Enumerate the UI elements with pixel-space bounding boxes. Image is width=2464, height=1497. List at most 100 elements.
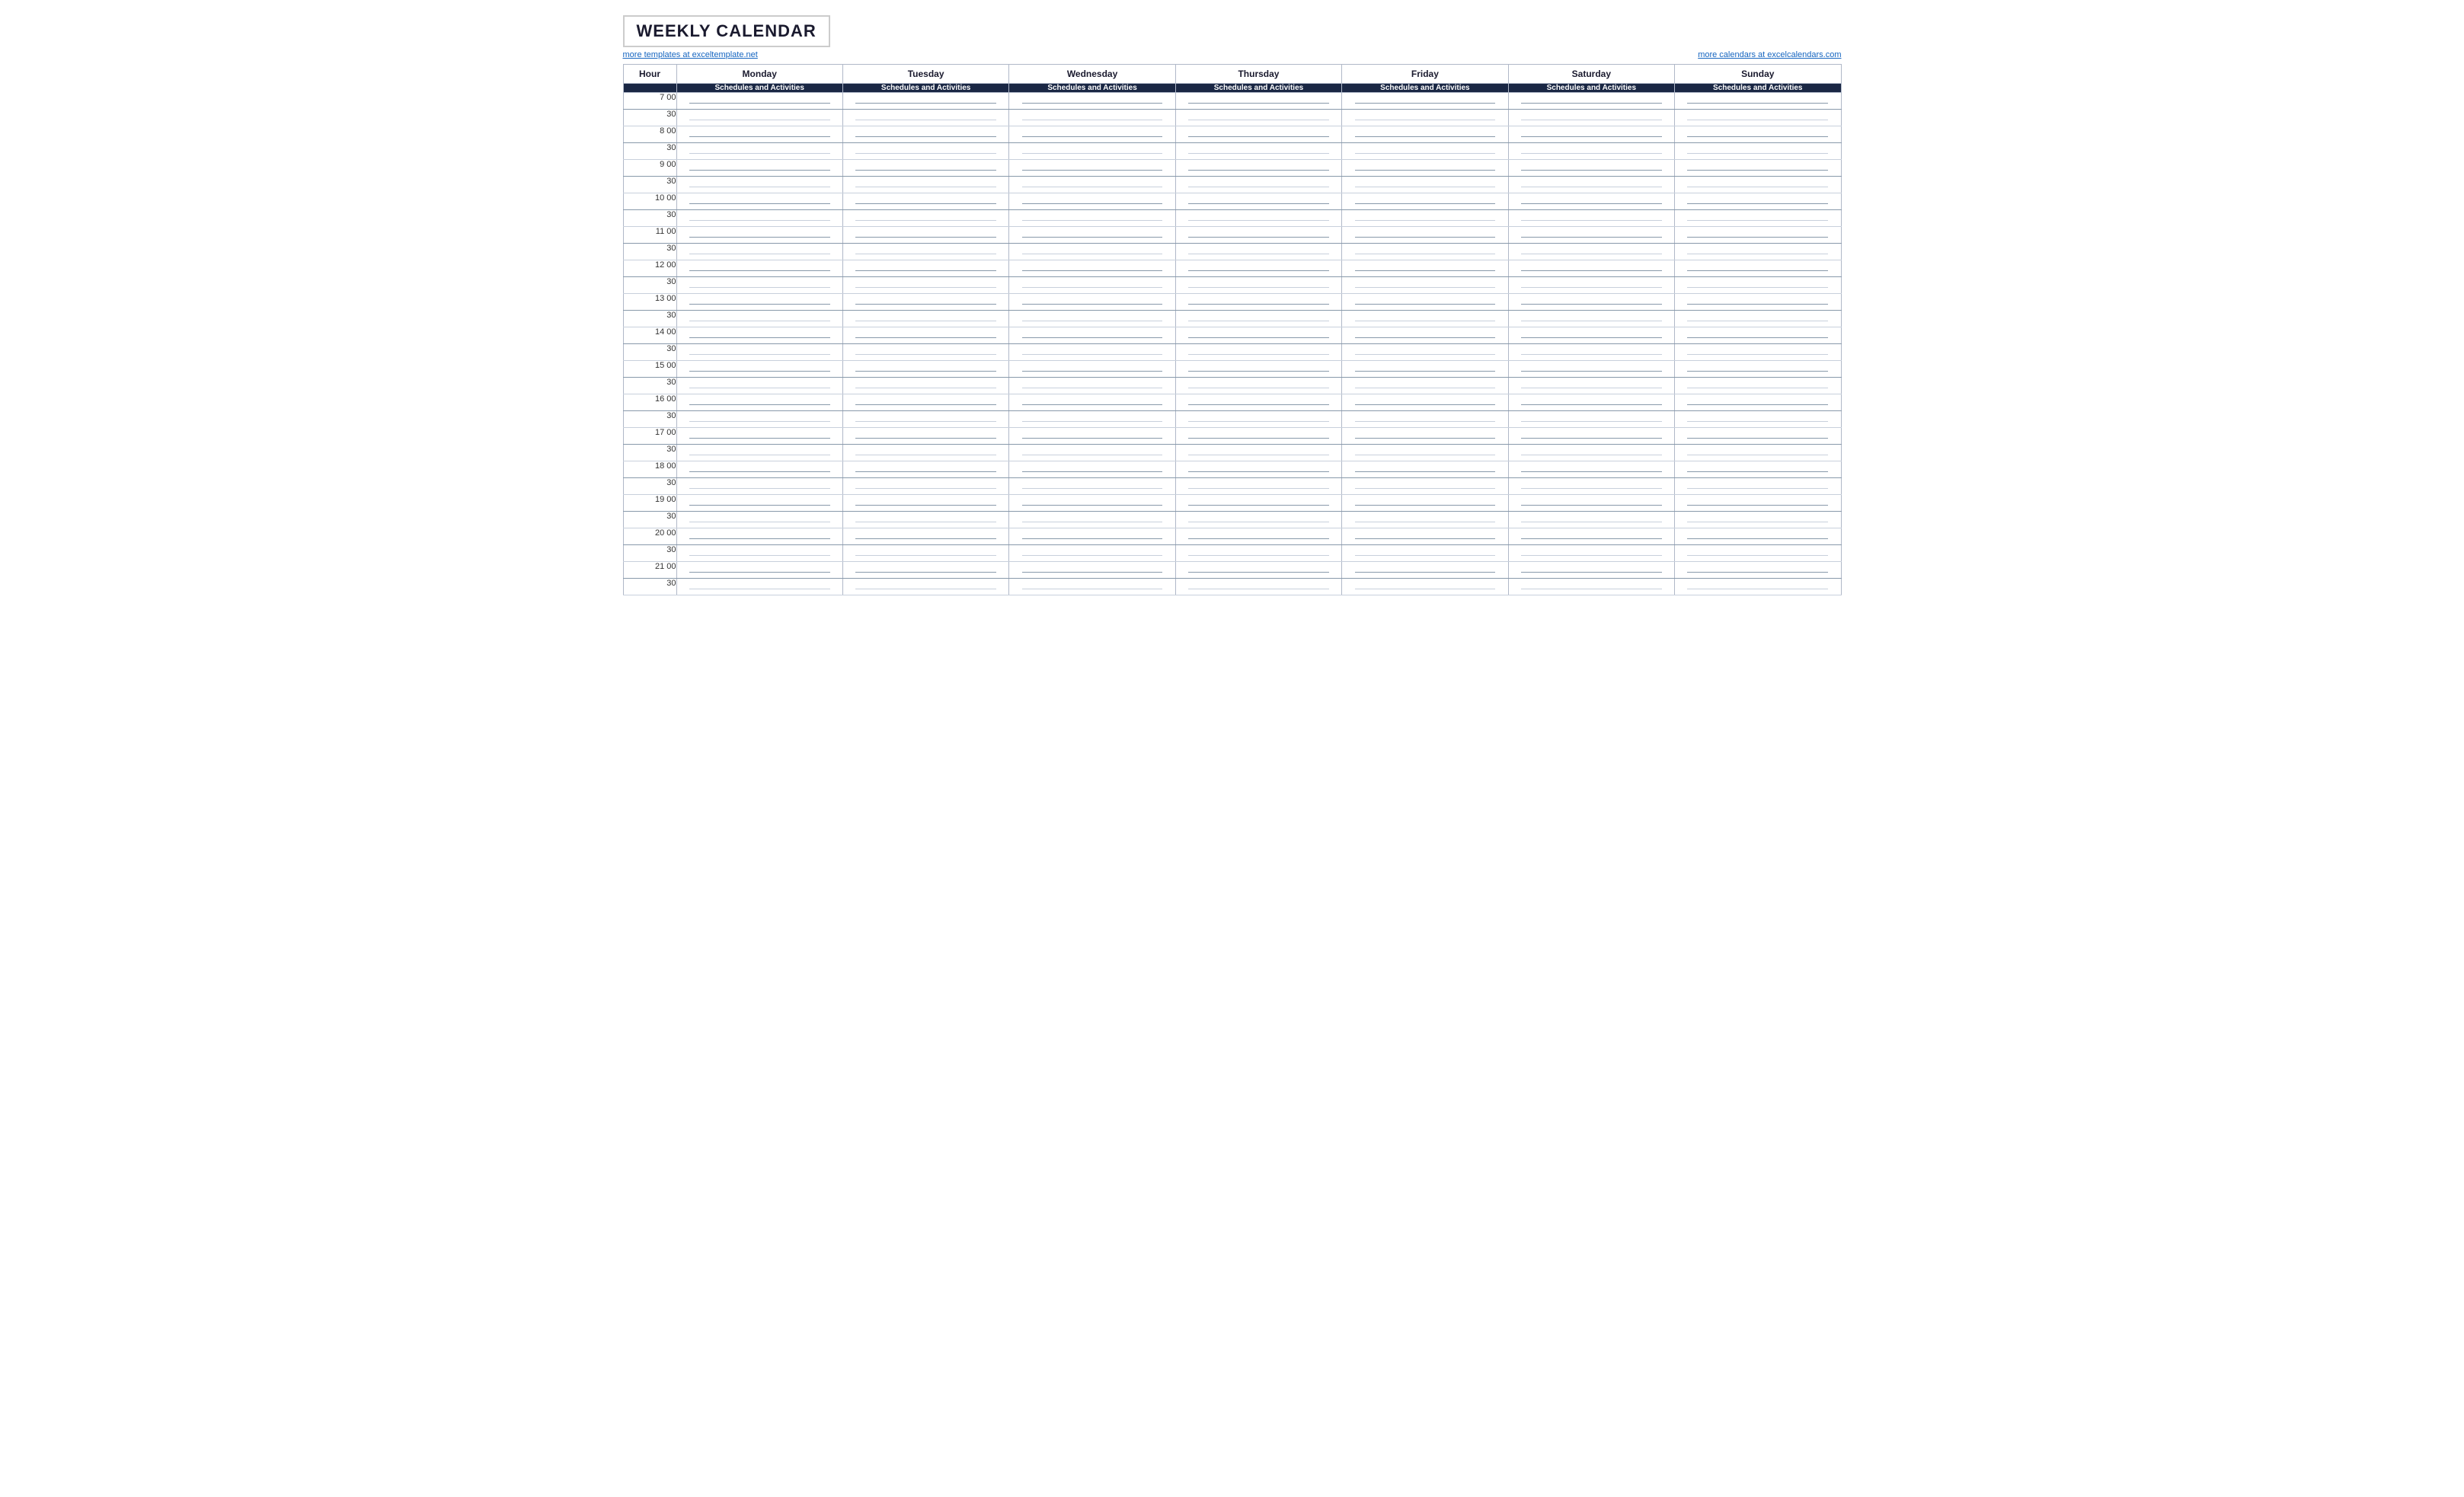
schedule-cell-half[interactable] <box>1675 579 1841 595</box>
schedule-cell-half[interactable] <box>1508 445 1674 461</box>
schedule-cell-half[interactable] <box>1175 177 1341 193</box>
schedule-cell[interactable] <box>1675 562 1841 579</box>
schedule-cell-half[interactable] <box>1508 378 1674 394</box>
schedule-cell-half[interactable] <box>1175 579 1341 595</box>
schedule-cell[interactable] <box>842 160 1008 177</box>
schedule-cell-half[interactable] <box>676 210 842 227</box>
schedule-cell-half[interactable] <box>1675 143 1841 160</box>
schedule-cell[interactable] <box>1508 227 1674 244</box>
schedule-cell-half[interactable] <box>842 277 1008 294</box>
schedule-cell[interactable] <box>842 428 1008 445</box>
schedule-cell[interactable] <box>1009 227 1175 244</box>
schedule-cell-half[interactable] <box>1508 344 1674 361</box>
schedule-cell[interactable] <box>842 528 1008 545</box>
schedule-cell-half[interactable] <box>1508 311 1674 327</box>
schedule-cell-half[interactable] <box>676 344 842 361</box>
schedule-cell[interactable] <box>1009 93 1175 110</box>
schedule-cell-half[interactable] <box>1675 445 1841 461</box>
schedule-cell[interactable] <box>1175 93 1341 110</box>
schedule-cell[interactable] <box>1009 528 1175 545</box>
schedule-cell-half[interactable] <box>842 378 1008 394</box>
schedule-cell-half[interactable] <box>842 244 1008 260</box>
schedule-cell[interactable] <box>1342 93 1508 110</box>
schedule-cell[interactable] <box>1675 160 1841 177</box>
schedule-cell-half[interactable] <box>1342 344 1508 361</box>
schedule-cell-half[interactable] <box>1175 512 1341 528</box>
schedule-cell[interactable] <box>676 327 842 344</box>
schedule-cell[interactable] <box>1675 294 1841 311</box>
schedule-cell-half[interactable] <box>1342 478 1508 495</box>
schedule-cell-half[interactable] <box>1675 545 1841 562</box>
schedule-cell[interactable] <box>676 461 842 478</box>
schedule-cell-half[interactable] <box>842 512 1008 528</box>
schedule-cell[interactable] <box>1508 327 1674 344</box>
schedule-cell[interactable] <box>842 562 1008 579</box>
schedule-cell-half[interactable] <box>1675 210 1841 227</box>
schedule-cell[interactable] <box>676 160 842 177</box>
schedule-cell-half[interactable] <box>1675 378 1841 394</box>
schedule-cell-half[interactable] <box>1342 210 1508 227</box>
schedule-cell-half[interactable] <box>1508 411 1674 428</box>
schedule-cell[interactable] <box>1009 361 1175 378</box>
schedule-cell[interactable] <box>842 495 1008 512</box>
schedule-cell-half[interactable] <box>1009 512 1175 528</box>
schedule-cell[interactable] <box>1175 227 1341 244</box>
schedule-cell-half[interactable] <box>1675 478 1841 495</box>
schedule-cell-half[interactable] <box>1675 411 1841 428</box>
schedule-cell-half[interactable] <box>842 143 1008 160</box>
schedule-cell-half[interactable] <box>1508 110 1674 126</box>
schedule-cell[interactable] <box>1342 126 1508 143</box>
schedule-cell-half[interactable] <box>1508 143 1674 160</box>
schedule-cell[interactable] <box>1342 260 1508 277</box>
schedule-cell-half[interactable] <box>1675 344 1841 361</box>
schedule-cell-half[interactable] <box>1175 143 1341 160</box>
schedule-cell[interactable] <box>1675 495 1841 512</box>
schedule-cell[interactable] <box>676 361 842 378</box>
schedule-cell[interactable] <box>1342 227 1508 244</box>
schedule-cell[interactable] <box>842 93 1008 110</box>
schedule-cell[interactable] <box>842 361 1008 378</box>
schedule-cell[interactable] <box>1009 160 1175 177</box>
schedule-cell-half[interactable] <box>1009 378 1175 394</box>
schedule-cell[interactable] <box>1675 528 1841 545</box>
schedule-cell-half[interactable] <box>1009 110 1175 126</box>
schedule-cell[interactable] <box>842 227 1008 244</box>
schedule-cell-half[interactable] <box>842 478 1008 495</box>
schedule-cell-half[interactable] <box>842 344 1008 361</box>
schedule-cell[interactable] <box>1675 428 1841 445</box>
schedule-cell-half[interactable] <box>1009 143 1175 160</box>
schedule-cell[interactable] <box>676 394 842 411</box>
schedule-cell[interactable] <box>1009 428 1175 445</box>
schedule-cell-half[interactable] <box>1675 277 1841 294</box>
schedule-cell-half[interactable] <box>676 579 842 595</box>
schedule-cell[interactable] <box>1009 394 1175 411</box>
schedule-cell[interactable] <box>1009 495 1175 512</box>
schedule-cell-half[interactable] <box>1675 311 1841 327</box>
schedule-cell-half[interactable] <box>1175 244 1341 260</box>
schedule-cell[interactable] <box>1342 160 1508 177</box>
schedule-cell[interactable] <box>1342 394 1508 411</box>
schedule-cell-half[interactable] <box>1342 143 1508 160</box>
schedule-cell-half[interactable] <box>1175 277 1341 294</box>
schedule-cell[interactable] <box>1342 495 1508 512</box>
schedule-cell-half[interactable] <box>676 478 842 495</box>
schedule-cell[interactable] <box>1342 528 1508 545</box>
schedule-cell-half[interactable] <box>1508 277 1674 294</box>
schedule-cell-half[interactable] <box>1342 512 1508 528</box>
schedule-cell-half[interactable] <box>1508 512 1674 528</box>
schedule-cell[interactable] <box>1675 193 1841 210</box>
schedule-cell-half[interactable] <box>1508 177 1674 193</box>
schedule-cell[interactable] <box>1009 126 1175 143</box>
schedule-cell-half[interactable] <box>1009 277 1175 294</box>
schedule-cell[interactable] <box>1342 461 1508 478</box>
schedule-cell[interactable] <box>1175 361 1341 378</box>
schedule-cell[interactable] <box>1508 495 1674 512</box>
schedule-cell-half[interactable] <box>1175 344 1341 361</box>
schedule-cell-half[interactable] <box>1508 579 1674 595</box>
schedule-cell-half[interactable] <box>1342 411 1508 428</box>
schedule-cell-half[interactable] <box>1009 210 1175 227</box>
schedule-cell[interactable] <box>1009 461 1175 478</box>
schedule-cell-half[interactable] <box>1175 110 1341 126</box>
schedule-cell-half[interactable] <box>842 311 1008 327</box>
schedule-cell[interactable] <box>676 126 842 143</box>
